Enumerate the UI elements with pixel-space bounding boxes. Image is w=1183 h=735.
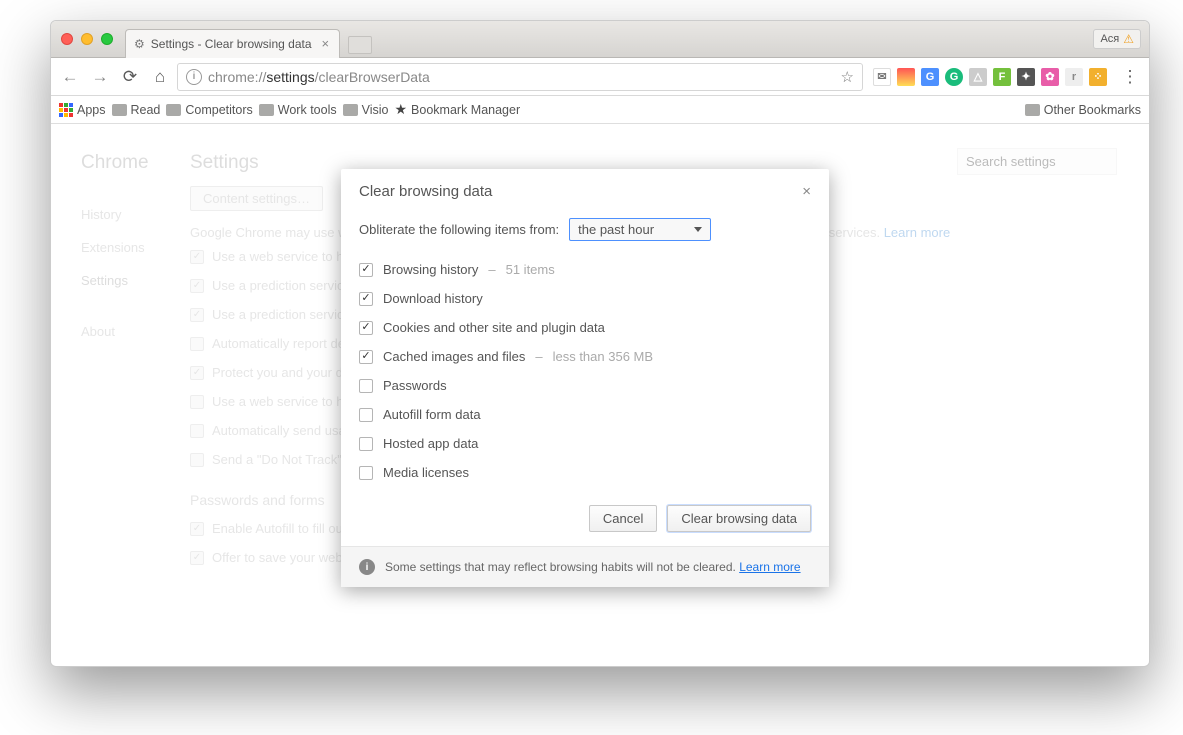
bookmark-folder[interactable]: Read xyxy=(112,103,161,117)
folder-icon xyxy=(166,104,181,116)
caret-down-icon xyxy=(694,227,702,232)
bookmark-folder[interactable]: Work tools xyxy=(259,103,337,117)
clear-browsing-data-dialog: Clear browsing data × Obliterate the fol… xyxy=(341,169,829,587)
checkbox[interactable] xyxy=(359,408,373,422)
zoom-window-icon[interactable] xyxy=(101,33,113,45)
back-button[interactable]: ← xyxy=(57,64,83,90)
bookmark-folder[interactable]: Visio xyxy=(343,103,389,117)
ext-icon-drive[interactable]: △ xyxy=(969,68,987,86)
other-bookmarks[interactable]: Other Bookmarks xyxy=(1025,103,1141,117)
apps-shortcut[interactable]: Apps xyxy=(59,103,106,117)
ext-icon-r[interactable]: r xyxy=(1065,68,1083,86)
obliterate-label: Obliterate the following items from: xyxy=(359,222,559,237)
option-detail: less than 356 MB xyxy=(553,349,653,364)
clear-data-option: Media licenses xyxy=(359,458,811,487)
folder-icon xyxy=(1025,104,1040,116)
close-dialog-icon[interactable]: × xyxy=(802,183,811,200)
ext-icon-dice[interactable]: ⁘ xyxy=(1089,68,1107,86)
traffic-lights xyxy=(61,33,113,45)
browser-tab[interactable]: ⚙ Settings - Clear browsing data × xyxy=(125,29,340,58)
dialog-info: i Some settings that may reflect browsin… xyxy=(341,546,829,587)
checkbox[interactable] xyxy=(359,263,373,277)
option-detail: 51 items xyxy=(506,262,555,277)
option-label: Browsing history xyxy=(383,262,478,277)
clear-data-option: Browsing history – 51 items xyxy=(359,255,811,284)
forward-button[interactable]: → xyxy=(87,64,113,90)
profile-badge[interactable]: Ася ⚠ xyxy=(1093,29,1141,49)
new-tab-button[interactable] xyxy=(348,36,372,54)
dialog-body: Obliterate the following items from: the… xyxy=(341,208,829,491)
reload-button[interactable]: ⟳ xyxy=(117,64,143,90)
checkbox[interactable] xyxy=(359,379,373,393)
time-range-select[interactable]: the past hour xyxy=(569,218,711,241)
dialog-title: Clear browsing data xyxy=(359,183,492,200)
title-bar: ⚙ Settings - Clear browsing data × Ася ⚠ xyxy=(51,21,1149,58)
profile-name: Ася xyxy=(1100,33,1119,45)
option-label: Download history xyxy=(383,291,483,306)
clear-data-option: Cached images and files – less than 356 … xyxy=(359,342,811,371)
option-label: Cookies and other site and plugin data xyxy=(383,320,605,335)
ext-icon-gear[interactable]: ✿ xyxy=(1041,68,1059,86)
bookmark-star-icon[interactable]: ☆ xyxy=(841,68,854,86)
ext-icon-grammarly[interactable]: G xyxy=(945,68,963,86)
ext-icon-mail[interactable]: ✉ xyxy=(873,68,891,86)
learn-more-link[interactable]: Learn more xyxy=(739,560,800,574)
address-bar[interactable]: i chrome://settings/clearBrowserData ☆ xyxy=(177,63,863,91)
browser-window: ⚙ Settings - Clear browsing data × Ася ⚠… xyxy=(50,20,1150,667)
url-host: settings xyxy=(266,69,314,85)
url-path: /clearBrowserData xyxy=(315,69,430,85)
bookmarks-bar: Apps Read Competitors Work tools Visio ★… xyxy=(51,96,1149,124)
time-range-value: the past hour xyxy=(578,222,654,237)
close-tab-icon[interactable]: × xyxy=(322,36,330,51)
page-content: Chrome History Extensions Settings About… xyxy=(51,124,1149,666)
clear-data-option: Hosted app data xyxy=(359,429,811,458)
checkbox[interactable] xyxy=(359,350,373,364)
apps-icon xyxy=(59,103,73,117)
checkbox[interactable] xyxy=(359,466,373,480)
close-window-icon[interactable] xyxy=(61,33,73,45)
option-label: Autofill form data xyxy=(383,407,481,422)
ext-icon-f[interactable]: F xyxy=(993,68,1011,86)
bookmark-manager-link[interactable]: ★Bookmark Manager xyxy=(394,101,520,118)
url-prefix: chrome:// xyxy=(208,69,266,85)
checkbox[interactable] xyxy=(359,437,373,451)
clear-browsing-data-button[interactable]: Clear browsing data xyxy=(667,505,811,532)
clear-data-option: Cookies and other site and plugin data xyxy=(359,313,811,342)
option-label: Media licenses xyxy=(383,465,469,480)
option-label: Cached images and files xyxy=(383,349,525,364)
bookmark-folder[interactable]: Competitors xyxy=(166,103,252,117)
info-icon: i xyxy=(359,559,375,575)
clear-data-option: Passwords xyxy=(359,371,811,400)
minimize-window-icon[interactable] xyxy=(81,33,93,45)
option-label: Passwords xyxy=(383,378,447,393)
ext-icon-flag[interactable] xyxy=(897,68,915,86)
dialog-footer-text: Some settings that may reflect browsing … xyxy=(385,560,736,574)
checkbox[interactable] xyxy=(359,321,373,335)
clear-data-option: Download history xyxy=(359,284,811,313)
ext-icon-evernote[interactable]: ✦ xyxy=(1017,68,1035,86)
apps-label: Apps xyxy=(77,103,106,117)
folder-icon xyxy=(112,104,127,116)
home-button[interactable]: ⌂ xyxy=(147,64,173,90)
ext-icon-translate[interactable]: G xyxy=(921,68,939,86)
dialog-header: Clear browsing data × xyxy=(341,169,829,208)
gear-icon: ⚙ xyxy=(134,37,145,51)
folder-icon xyxy=(259,104,274,116)
warning-icon: ⚠ xyxy=(1123,32,1134,46)
checkbox[interactable] xyxy=(359,292,373,306)
tab-title: Settings - Clear browsing data xyxy=(151,37,312,51)
cancel-button[interactable]: Cancel xyxy=(589,505,657,532)
site-info-icon[interactable]: i xyxy=(186,69,202,85)
menu-button[interactable]: ⋮ xyxy=(1117,64,1143,90)
dialog-footer: Cancel Clear browsing data xyxy=(341,491,829,546)
clear-data-option: Autofill form data xyxy=(359,400,811,429)
folder-icon xyxy=(343,104,358,116)
nav-toolbar: ← → ⟳ ⌂ i chrome://settings/clearBrowser… xyxy=(51,58,1149,96)
extension-icons: ✉ G G △ F ✦ ✿ r ⁘ xyxy=(867,68,1113,86)
star-icon: ★ xyxy=(394,101,407,118)
option-label: Hosted app data xyxy=(383,436,478,451)
